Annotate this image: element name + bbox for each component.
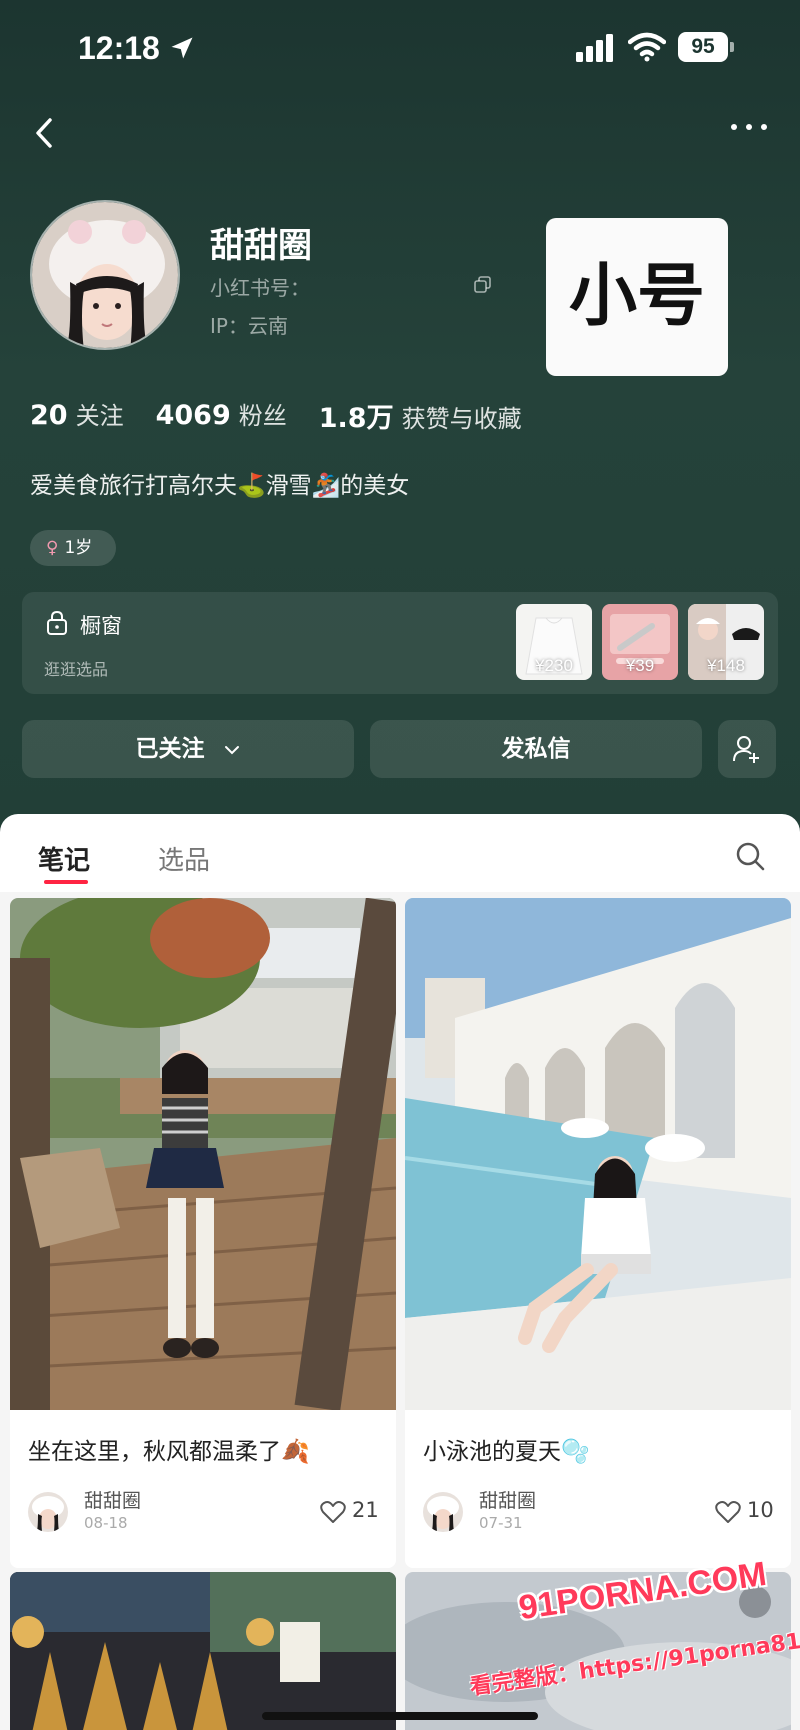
like-count: 10 — [747, 1498, 774, 1522]
note-cover-image — [10, 898, 396, 1410]
heart-icon[interactable] — [715, 1500, 741, 1524]
status-time: 12:18 — [78, 30, 160, 66]
note-card[interactable] — [10, 1572, 396, 1730]
note-card[interactable]: 坐在这里，秋风都温柔了🍂 甜甜圈 08-18 21 — [10, 898, 396, 1568]
stat-likes-collections[interactable]: 1.8万 获赞与收藏 — [319, 396, 522, 435]
author-avatar — [423, 1492, 463, 1532]
note-author: 甜甜圈 — [479, 1490, 537, 1512]
watermark-url: 看完整版：https://91porna81.com — [468, 1620, 800, 1701]
female-icon: ♀ — [46, 538, 59, 558]
profile-avatar[interactable] — [30, 200, 180, 350]
send-message-button[interactable]: 发私信 — [370, 720, 702, 778]
shop-bag-icon — [47, 610, 67, 635]
cellular-signal-icon — [576, 34, 613, 62]
back-icon[interactable] — [26, 108, 62, 158]
account-id-label: 小红书号： — [210, 276, 310, 300]
product-price: ¥39 — [625, 656, 655, 675]
active-tab-indicator — [44, 880, 88, 884]
note-title: 坐在这里，秋风都温柔了🍂 — [28, 1439, 310, 1465]
profile-bio: 爱美食旅行打高尔夫⛳滑雪🏂的美女 — [30, 473, 410, 499]
note-author: 甜甜圈 — [84, 1490, 142, 1512]
shop-title: 橱窗 — [80, 614, 122, 638]
search-icon[interactable] — [734, 840, 766, 872]
status-bar: 12:18 95 — [0, 24, 800, 74]
stat-followers[interactable]: 4069 粉丝 — [156, 396, 287, 435]
avatar-image — [32, 202, 178, 348]
note-card[interactable]: 小泳池的夏天🫧 甜甜圈 07-31 10 — [405, 898, 791, 1568]
chevron-down-icon — [224, 745, 239, 754]
location-arrow-icon — [171, 37, 193, 59]
profile-name: 甜甜圈 — [210, 226, 312, 266]
product-price: ¥148 — [707, 656, 745, 675]
tab-selections[interactable]: 选品 — [158, 840, 210, 877]
gender-age-tag: ♀ 1岁 — [30, 530, 116, 566]
ip-location: IP：云南 — [210, 314, 288, 338]
note-date: 08-18 — [84, 1514, 128, 1532]
more-options-icon[interactable] — [726, 112, 772, 142]
following-button[interactable]: 已关注 — [22, 720, 354, 778]
shop-product[interactable]: ¥39 — [602, 604, 678, 680]
copy-icon[interactable] — [474, 276, 492, 294]
add-friend-button[interactable] — [718, 720, 776, 778]
wifi-icon — [628, 32, 666, 62]
shop-subtitle: 逛逛选品 — [44, 660, 109, 679]
note-cover-image — [10, 1572, 396, 1730]
author-avatar — [28, 1492, 68, 1532]
alt-account-badge: 小号 — [546, 218, 728, 376]
note-cover-image — [405, 898, 791, 1410]
add-user-icon — [733, 736, 759, 763]
battery-level: 95 — [678, 32, 728, 62]
shop-window[interactable]: 橱窗 逛逛选品 ¥230 ¥39 ¥148 — [22, 592, 778, 694]
like-count: 21 — [352, 1498, 379, 1522]
note-date: 07-31 — [479, 1514, 523, 1532]
note-title: 小泳池的夏天🫧 — [423, 1439, 590, 1465]
watermark: 91PORNA.COM 看完整版：https://91porna81.com — [468, 1555, 800, 1712]
stat-following[interactable]: 20 关注 — [30, 396, 124, 435]
tab-notes[interactable]: 笔记 — [38, 840, 90, 877]
product-price: ¥230 — [535, 656, 573, 675]
profile-stats: 20 关注 4069 粉丝 1.8万 获赞与收藏 — [30, 396, 522, 435]
shop-product[interactable]: ¥148 — [688, 604, 764, 680]
shop-product[interactable]: ¥230 — [516, 604, 592, 680]
heart-icon[interactable] — [320, 1500, 346, 1524]
battery-indicator: 95 — [678, 32, 734, 62]
home-indicator[interactable] — [262, 1712, 538, 1720]
